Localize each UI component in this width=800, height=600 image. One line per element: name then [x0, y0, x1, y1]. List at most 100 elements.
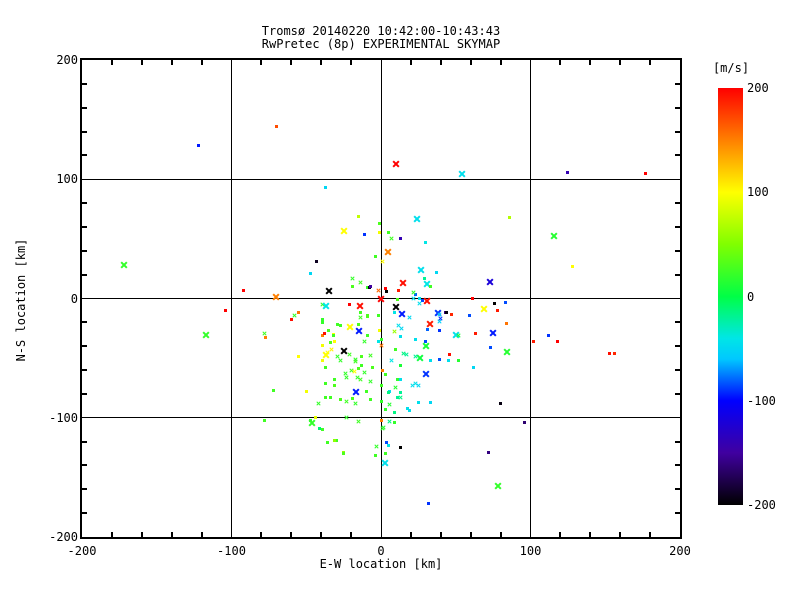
- scatter-point: [395, 298, 399, 302]
- scatter-point: [489, 329, 497, 337]
- scatter-point: [369, 285, 373, 289]
- scatter-point: [324, 395, 328, 399]
- scatter-point: [399, 326, 405, 331]
- colorbar-tick-label: 0: [747, 289, 755, 304]
- scatter-point: [473, 331, 477, 335]
- scatter-point: [385, 289, 389, 293]
- scatter-point: [449, 312, 453, 316]
- scatter-point: [362, 339, 367, 344]
- scatter-point: [381, 459, 390, 467]
- scatter-point: [546, 333, 550, 337]
- scatter-point: [357, 323, 361, 327]
- scatter-point: [376, 313, 380, 317]
- scatter-point: [425, 328, 429, 331]
- scatter-point: [344, 375, 349, 380]
- scatter-point: [241, 288, 245, 292]
- skymap-screenshot: { "title": { "line1": "Tromsø 20140220 1…: [0, 0, 800, 600]
- scatter-point: [289, 318, 293, 322]
- scatter-point: [308, 418, 316, 427]
- scatter-point: [383, 373, 387, 377]
- scatter-point: [394, 348, 398, 352]
- scatter-point: [297, 355, 301, 359]
- scatter-point: [197, 144, 201, 148]
- scatter-point: [508, 215, 512, 219]
- scatter-point: [380, 426, 385, 431]
- scatter-point: [378, 329, 381, 333]
- scatter-point: [339, 398, 343, 402]
- scatter-point: [424, 339, 428, 343]
- scatter-point: [356, 302, 364, 310]
- scatter-point: [422, 370, 430, 378]
- scatter-point: [383, 452, 387, 456]
- scatter-point: [292, 313, 297, 318]
- scatter-point: [416, 400, 420, 404]
- scatter-point: [494, 482, 502, 490]
- scatter-point: [437, 357, 441, 361]
- scatter-point: [404, 352, 409, 357]
- scatter-point: [555, 339, 559, 343]
- scatter-point: [315, 260, 319, 264]
- scatter-point: [413, 337, 417, 341]
- scatter-point: [608, 351, 612, 355]
- scatter-point: [338, 358, 343, 363]
- scatter-point: [366, 314, 370, 318]
- scatter-point: [428, 285, 432, 289]
- scatter-point: [325, 287, 333, 295]
- scatter-point: [340, 226, 348, 235]
- scatter-point-layer: [0, 0, 800, 600]
- scatter-point: [480, 305, 488, 313]
- scatter-point: [357, 280, 363, 286]
- scatter-point: [487, 450, 491, 454]
- scatter-point: [503, 300, 507, 304]
- scatter-point: [321, 343, 325, 347]
- scatter-point: [379, 399, 383, 403]
- scatter-point: [398, 378, 402, 382]
- scatter-point: [398, 310, 406, 318]
- scatter-point: [496, 308, 500, 312]
- scatter-point: [398, 237, 402, 241]
- scatter-point: [344, 415, 349, 420]
- scatter-point: [357, 214, 361, 218]
- scatter-point: [325, 350, 330, 355]
- scatter-point: [373, 255, 377, 259]
- scatter-point: [342, 452, 346, 456]
- scatter-point: [570, 264, 574, 268]
- scatter-point: [398, 363, 402, 367]
- scatter-point: [389, 236, 394, 241]
- scatter-point: [375, 288, 381, 293]
- scatter-point: [348, 302, 352, 306]
- scatter-point: [531, 339, 535, 343]
- scatter-point: [503, 348, 511, 356]
- scatter-point: [566, 170, 570, 174]
- scatter-point: [386, 443, 390, 447]
- scatter-point: [612, 351, 616, 355]
- scatter-point: [297, 311, 301, 315]
- y-axis-label: N-S location [km]: [14, 238, 28, 362]
- scatter-point: [426, 319, 434, 328]
- scatter-point: [445, 311, 449, 315]
- scatter-point: [327, 329, 331, 333]
- scatter-point: [325, 441, 329, 445]
- scatter-point: [380, 368, 384, 372]
- scatter-point: [392, 311, 396, 315]
- x-axis-label: E-W location [km]: [319, 557, 443, 571]
- scatter-point: [331, 333, 335, 337]
- scatter-point: [378, 231, 381, 235]
- scatter-point: [309, 271, 313, 275]
- scatter-point: [344, 398, 349, 404]
- scatter-point: [360, 355, 364, 359]
- scatter-point: [264, 336, 268, 340]
- scatter-point: [470, 297, 474, 300]
- scatter-point: [353, 359, 358, 364]
- scatter-point: [406, 406, 410, 410]
- scatter-point: [378, 221, 381, 225]
- scatter-point: [407, 315, 412, 320]
- scatter-point: [456, 333, 461, 338]
- scatter-point: [324, 186, 328, 190]
- scatter-point: [486, 278, 494, 286]
- scatter-point: [321, 428, 325, 432]
- scatter-point: [523, 421, 527, 425]
- scatter-point: [353, 401, 358, 406]
- scatter-point: [467, 313, 471, 317]
- scatter-point: [505, 322, 509, 326]
